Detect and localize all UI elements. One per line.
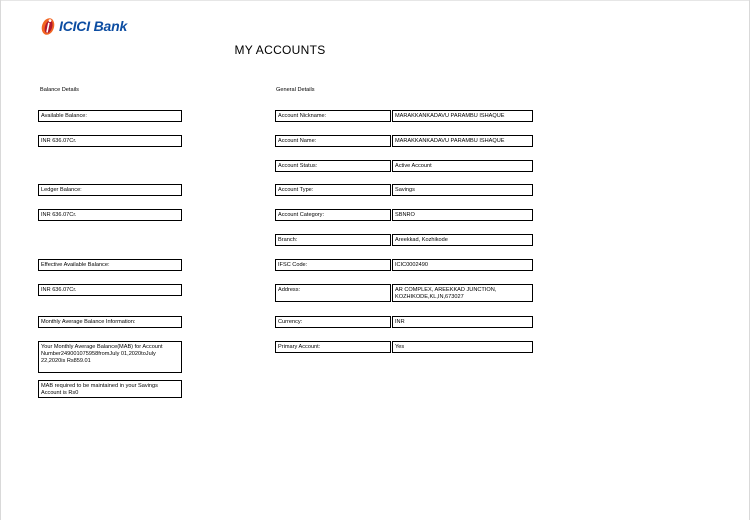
effective-balance-label: Effective Available Balance:: [38, 259, 182, 271]
general-row-value: Active Account: [392, 160, 533, 172]
general-row-label: Account Category:: [275, 209, 391, 221]
effective-balance-value: INR 636.07Cr.: [38, 284, 182, 296]
general-row-value: AR COMPLEX, AREEKKAD JUNCTION, KOZHIKODE…: [392, 284, 533, 302]
general-details-heading: General Details: [276, 87, 315, 93]
mab-info-text: Your Monthly Average Balance(MAB) for Ac…: [38, 341, 182, 373]
ledger-balance-value: INR 636.07Cr.: [38, 209, 182, 221]
general-row-label: Branch:: [275, 234, 391, 246]
general-row-value: MARAKKANKADAVU PARAMBU ISHAQUE: [392, 110, 533, 122]
available-balance-value: INR 636.07Cr.: [38, 135, 182, 147]
general-row-label: Account Type:: [275, 184, 391, 196]
general-row-label: Account Nickname:: [275, 110, 391, 122]
general-row-label: Address:: [275, 284, 391, 302]
general-row-label: Currency:: [275, 316, 391, 328]
general-row-value: ICIC0002490: [392, 259, 533, 271]
general-row-value: MARAKKANKADAVU PARAMBU ISHAQUE: [392, 135, 533, 147]
page-border-left: [0, 0, 1, 520]
general-row-value: Yes: [392, 341, 533, 353]
general-row-label: Account Name:: [275, 135, 391, 147]
page-title: MY ACCOUNTS: [234, 43, 326, 57]
icici-bank-logo: ICICI Bank: [40, 15, 127, 37]
balance-details-heading: Balance Details: [40, 87, 79, 93]
page-border-top: [0, 0, 750, 1]
mab-info-label: Monthly Average Balance Information:: [38, 316, 182, 328]
logo-bank-text: Bank: [93, 18, 128, 34]
general-row-value: Savings: [392, 184, 533, 196]
general-row-value: INR: [392, 316, 533, 328]
general-row-label: Primary Account:: [275, 341, 391, 353]
general-row-label: IFSC Code:: [275, 259, 391, 271]
available-balance-label: Available Balance:: [38, 110, 182, 122]
ledger-balance-label: Ledger Balance:: [38, 184, 182, 196]
logo-icici-text: ICICI: [59, 18, 90, 34]
general-row-label: Account Status:: [275, 160, 391, 172]
mab-required-text: MAB required to be maintained in your Sa…: [38, 380, 182, 398]
logo-text: ICICI Bank: [59, 18, 127, 34]
general-row-value: Areekkad, Kozhikode: [392, 234, 533, 246]
general-row-value: SBNRO: [392, 209, 533, 221]
icici-logo-icon: [41, 18, 55, 35]
